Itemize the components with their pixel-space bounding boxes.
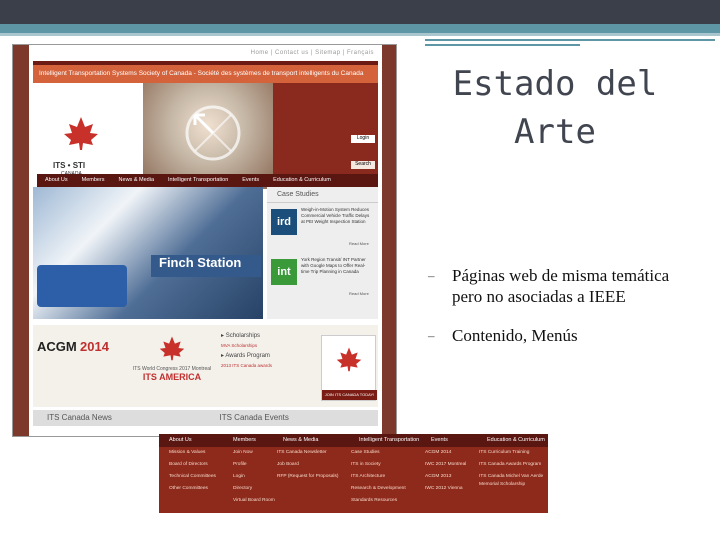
menu-link[interactable]: Board of Directors bbox=[169, 459, 216, 471]
promo-sub: MVA Scholarships bbox=[221, 343, 258, 348]
menu-link[interactable]: IWC 2017 Montreal bbox=[425, 459, 466, 471]
maple-leaf-icon bbox=[64, 117, 98, 150]
menu-link[interactable]: Mission & Values bbox=[169, 447, 216, 459]
news-events-bar: ITS Canada News ITS Canada Events bbox=[33, 410, 378, 426]
slide-title: Estado del Arte bbox=[452, 64, 658, 152]
slide-deco-line bbox=[425, 39, 715, 41]
menu-link[interactable]: Join Now bbox=[233, 447, 275, 459]
case-studies-panel: Case Studies ird Weigh-in-Motion System … bbox=[267, 187, 378, 319]
menu-link[interactable]: ITS Architecture bbox=[351, 471, 406, 483]
menu-link[interactable]: IWC 2012 Vienna bbox=[425, 483, 466, 495]
maple-leaf-icon bbox=[336, 347, 362, 372]
case-studies-title: Case Studies bbox=[267, 187, 378, 203]
menu-header: About Us Members News & Media Intelligen… bbox=[159, 434, 548, 447]
promo-list: ▸ Scholarships MVA Scholarships ▸ Awards… bbox=[221, 331, 321, 371]
menu-link[interactable]: ITS Curriculum Training bbox=[479, 449, 545, 457]
menu-link[interactable]: Virtual Board Room bbox=[233, 495, 275, 507]
hero-sign: Finch Station bbox=[151, 255, 261, 277]
menu-header-item[interactable]: Members bbox=[223, 434, 273, 447]
nav-item[interactable]: Education & Curriculum bbox=[265, 174, 337, 187]
menu-link[interactable]: Standards Resources bbox=[351, 495, 406, 507]
nav-item[interactable]: Members bbox=[74, 174, 111, 187]
nav-item[interactable]: Events bbox=[234, 174, 265, 187]
hero-image[interactable]: Finch Station bbox=[33, 187, 263, 319]
menu-column: ITS Canada Newsletter Job Board RFP (Req… bbox=[277, 447, 339, 483]
nav-item[interactable]: News & Media bbox=[111, 174, 160, 187]
bullet-list: Páginas web de misma temática pero no as… bbox=[428, 265, 688, 364]
join-button[interactable]: JOIN ITS CANADA TODAY! bbox=[322, 390, 377, 400]
case-item[interactable]: ird Weigh-in-Motion System Reduces Comme… bbox=[269, 205, 376, 247]
menu-link[interactable]: ITS Canada Awards Program bbox=[479, 461, 545, 469]
menu-column: ACGM 2014 IWC 2017 Montreal ACGM 2013 IW… bbox=[425, 447, 466, 495]
menu-header-item[interactable]: News & Media bbox=[273, 434, 349, 447]
promo-row: ACGM 2014 ITS World Congress 2017 Montre… bbox=[33, 325, 378, 407]
promo-item[interactable]: ▸ Scholarships bbox=[221, 331, 321, 341]
website-screenshot: Home | Contact us | Sitemap | Français I… bbox=[12, 44, 397, 437]
acgm-year: 2014 bbox=[80, 339, 109, 354]
menu-link[interactable]: Other Committees bbox=[169, 483, 216, 495]
menu-link[interactable]: Profile bbox=[233, 459, 275, 471]
login-button[interactable]: Login bbox=[351, 135, 375, 143]
slide-accent-bar bbox=[0, 24, 720, 33]
nav-item[interactable]: Intelligent Transportation bbox=[160, 174, 234, 187]
events-title[interactable]: ITS Canada Events bbox=[206, 410, 379, 426]
case-item-text: York Region Transit/ INT Partner with Go… bbox=[301, 257, 366, 274]
nav-item[interactable]: About Us bbox=[37, 174, 74, 187]
join-banner[interactable]: JOIN ITS CANADA TODAY! bbox=[321, 335, 377, 401]
site-header: Intelligent Transportation Systems Socie… bbox=[33, 61, 378, 189]
case-item-text: Weigh-in-Motion System Reduces Commercia… bbox=[301, 207, 370, 224]
menu-link[interactable]: Case Studies bbox=[351, 447, 406, 459]
menu-link[interactable]: Login bbox=[233, 471, 275, 483]
slide-top-bar bbox=[0, 0, 720, 24]
menu-link[interactable]: Directory bbox=[233, 483, 275, 495]
menu-link[interactable]: ACGM 2013 bbox=[425, 471, 466, 483]
its-america-text: ITS AMERICA bbox=[142, 372, 202, 382]
maple-leaf-icon bbox=[159, 336, 185, 361]
acgm-logo[interactable]: ACGM bbox=[37, 339, 77, 354]
ird-logo-icon: ird bbox=[271, 209, 297, 235]
menu-column: ITS Curriculum Training ITS Canada Award… bbox=[479, 447, 545, 489]
read-more-link[interactable]: Read More bbox=[349, 291, 369, 296]
site-nav: About Us Members News & Media Intelligen… bbox=[37, 174, 378, 187]
bullet-item: Contenido, Menús bbox=[428, 325, 688, 346]
promo-sub: 2013 ITS Canada awards bbox=[221, 363, 273, 368]
menu-link[interactable]: Technical Committees bbox=[169, 471, 216, 483]
menu-column: Case Studies ITS in Society ITS Architec… bbox=[351, 447, 406, 507]
menu-link[interactable]: ACGM 2014 bbox=[425, 447, 466, 459]
menu-link[interactable]: Job Board bbox=[277, 459, 339, 471]
slide-deco-line-short bbox=[425, 44, 580, 46]
news-title[interactable]: ITS Canada News bbox=[33, 410, 206, 426]
read-more-link[interactable]: Read More bbox=[349, 241, 369, 246]
promo-item[interactable]: ▸ Awards Program bbox=[221, 351, 321, 361]
logo-text: ITS • STI bbox=[53, 161, 86, 170]
menu-link[interactable]: ITS Canada Michel Van Aerde Memorial Sch… bbox=[479, 473, 545, 489]
arrow-graphic-icon bbox=[185, 105, 241, 161]
menu-header-item[interactable]: Education & Curriculum bbox=[477, 434, 547, 447]
menu-header-item[interactable]: Events bbox=[421, 434, 477, 447]
top-links[interactable]: Home | Contact us | Sitemap | Français bbox=[251, 50, 374, 56]
expanded-menu-screenshot: About Us Members News & Media Intelligen… bbox=[159, 434, 548, 513]
menu-column: Mission & Values Board of Directors Tech… bbox=[169, 447, 216, 495]
menu-link[interactable]: ITS in Society bbox=[351, 459, 406, 471]
world-congress-banner[interactable]: ITS World Congress 2017 Montreal ITS AME… bbox=[128, 335, 216, 382]
site-header-title: Intelligent Transportation Systems Socie… bbox=[39, 70, 364, 77]
menu-link[interactable]: Research & Development bbox=[351, 483, 406, 495]
menu-link[interactable]: RFP (Request for Proposals) bbox=[277, 471, 339, 483]
menu-header-item[interactable]: About Us bbox=[159, 434, 223, 447]
slide-accent-bar-light bbox=[0, 33, 720, 36]
menu-header-item[interactable]: Intelligent Transportation bbox=[349, 434, 421, 447]
menu-link[interactable]: ITS Canada Newsletter bbox=[277, 447, 339, 459]
search-button[interactable]: Search bbox=[351, 161, 375, 169]
menu-column: Join Now Profile Login Directory Virtual… bbox=[233, 447, 275, 507]
bullet-item: Páginas web de misma temática pero no as… bbox=[428, 265, 688, 307]
case-item[interactable]: int York Region Transit/ INT Partner wit… bbox=[269, 255, 376, 297]
train-shape bbox=[37, 265, 127, 307]
int-logo-icon: int bbox=[271, 259, 297, 285]
